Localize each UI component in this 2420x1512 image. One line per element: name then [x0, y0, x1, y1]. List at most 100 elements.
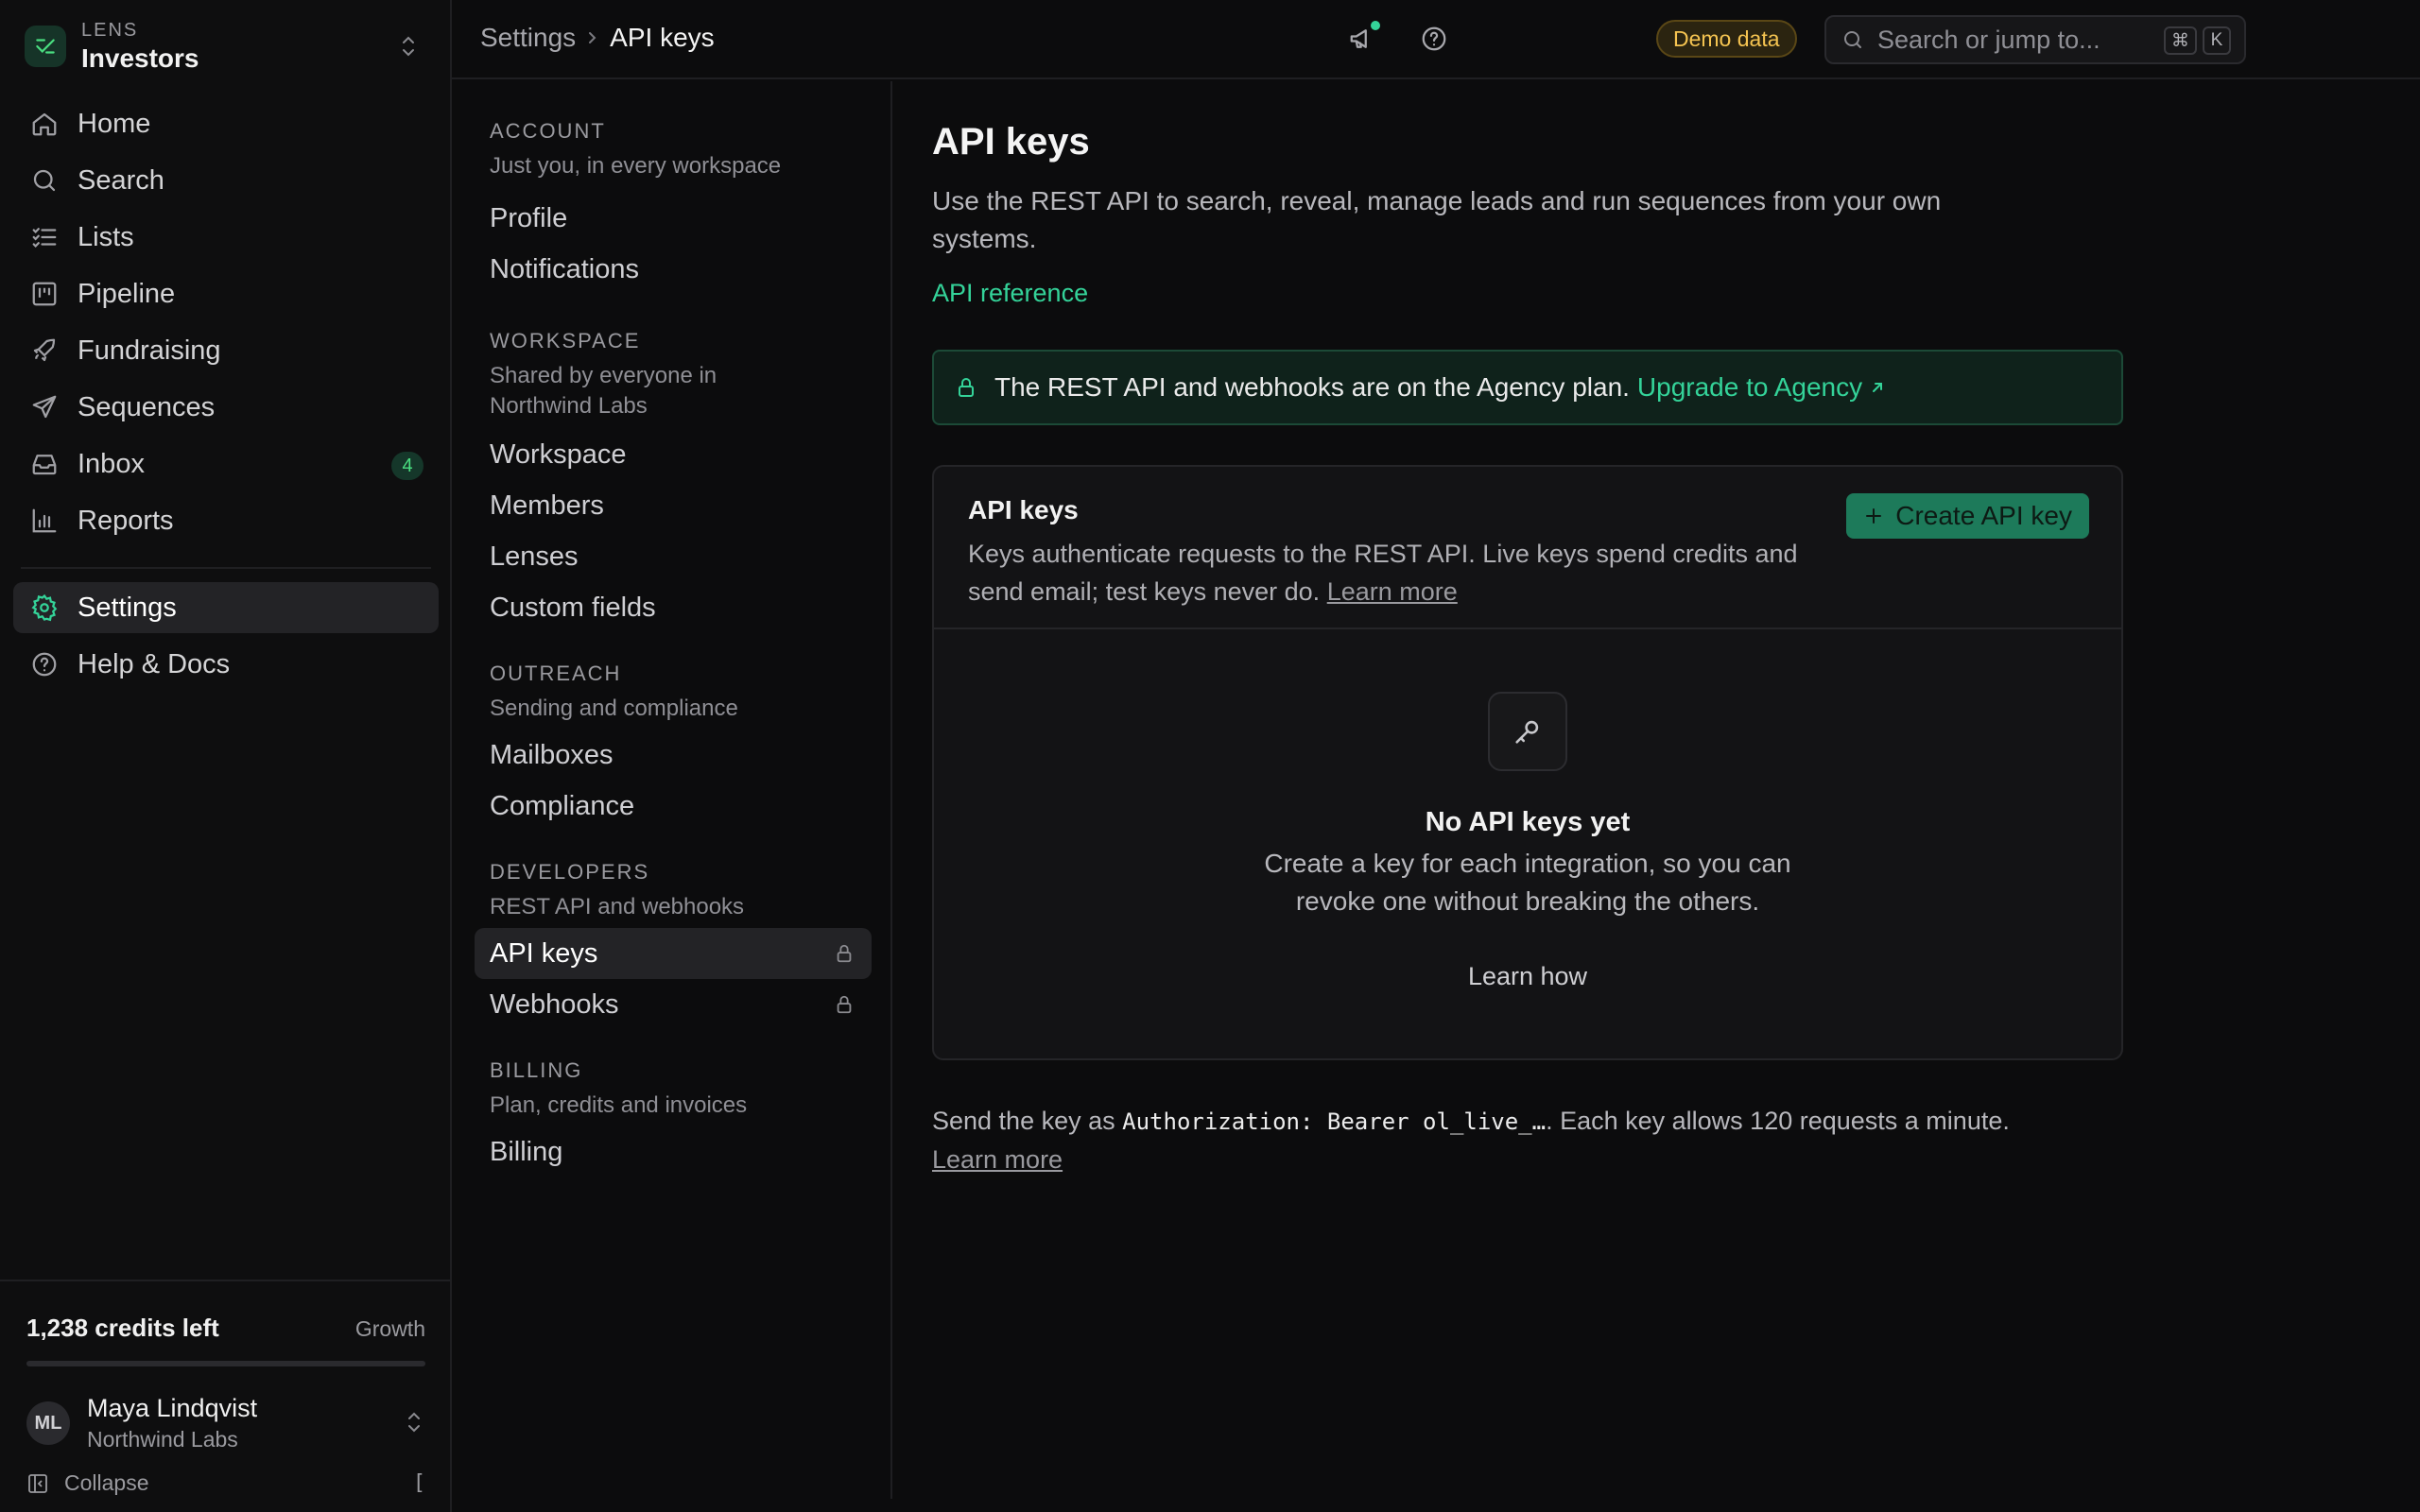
breadcrumb-settings[interactable]: Settings	[480, 23, 576, 53]
rocket-icon	[28, 335, 60, 367]
lens-logo-icon	[25, 26, 66, 67]
sidebar-collapse-icon	[26, 1472, 49, 1495]
nav-item-fundraising[interactable]: Fundraising	[13, 325, 439, 376]
nav-item-lists[interactable]: Lists	[13, 212, 439, 263]
collapse-sidebar-button[interactable]: Collapse [	[26, 1470, 425, 1496]
settings-section-outreach: OUTREACH Sending and compliance Mailboxe…	[452, 662, 890, 832]
nav-item-pipeline[interactable]: Pipeline	[13, 268, 439, 319]
settings-item-webhooks[interactable]: Webhooks	[475, 979, 872, 1030]
workspace-switcher[interactable]: LENS Investors	[25, 17, 433, 76]
nav-item-sequences[interactable]: Sequences	[13, 382, 439, 433]
search-icon	[28, 164, 60, 197]
main-content: API keys Use the REST API to search, rev…	[932, 81, 2123, 1178]
section-title: BILLING	[490, 1058, 583, 1082]
nav-item-settings[interactable]: Settings	[13, 582, 439, 633]
empty-state-description-text: Create a key for each integration, so yo…	[1264, 849, 1791, 916]
search-placeholder: Search or jump to...	[1877, 25, 2100, 54]
section-subtitle: Shared by everyone in Northwind Labs	[490, 363, 717, 419]
api-reference-link[interactable]: API reference	[932, 279, 1088, 308]
section-title: ACCOUNT	[490, 119, 606, 143]
settings-nav: ACCOUNT Just you, in every workspace Pro…	[452, 81, 892, 1499]
settings-item-notifications[interactable]: Notifications	[475, 244, 872, 295]
avatar: ML	[26, 1401, 70, 1445]
nav-item-search[interactable]: Search	[13, 155, 439, 206]
inbox-icon	[28, 448, 60, 480]
section-title: DEVELOPERS	[490, 860, 650, 884]
help-circle-icon	[28, 648, 60, 680]
search-input[interactable]: Search or jump to... ⌘ K	[1824, 15, 2246, 64]
send-icon	[28, 391, 60, 423]
notification-dot	[1371, 21, 1380, 30]
page-description: Use the REST API to search, reveal, mana…	[932, 186, 1942, 253]
credits-row[interactable]: 1,238 credits left Growth	[26, 1314, 425, 1343]
auth-note: Send the key as Authorization: Bearer ol…	[932, 1102, 2123, 1178]
auth-note-suffix: . Each key allows 120 requests a minute.	[1546, 1107, 2010, 1135]
empty-state-title: No API keys yet	[1425, 807, 1631, 837]
upgrade-link[interactable]: Upgrade to Agency	[1637, 372, 1885, 403]
settings-item-lenses[interactable]: Lenses	[475, 531, 872, 582]
empty-state-description: Create a key for each integration, so yo…	[934, 845, 2121, 920]
section-subtitle: Just you, in every workspace	[490, 153, 782, 179]
card-title: API keys	[968, 495, 1079, 524]
auth-note-prefix: Send the key as	[932, 1107, 1115, 1135]
chevron-right-icon	[585, 28, 600, 47]
user-menu[interactable]: ML Maya Lindqvist Northwind Labs	[26, 1389, 425, 1457]
nav-item-label: Sequences	[78, 391, 216, 422]
demo-data-badge[interactable]: Demo data	[1656, 20, 1797, 58]
nav-item-label: Search	[78, 164, 164, 196]
page-title: API keys	[932, 121, 1090, 163]
settings-item-workspace[interactable]: Workspace	[475, 429, 872, 480]
plan-upgrade-banner: The REST API and webhooks are on the Age…	[932, 350, 2123, 425]
card-description: Keys authenticate requests to the REST A…	[968, 535, 1800, 610]
megaphone-icon	[1348, 21, 1380, 53]
settings-item-compliance[interactable]: Compliance	[475, 781, 872, 832]
nav-item-label: Fundraising	[78, 335, 221, 366]
nav-item-help[interactable]: Help & Docs	[13, 639, 439, 690]
kbd-k: K	[2203, 26, 2231, 55]
settings-item-billing[interactable]: Billing	[475, 1126, 872, 1177]
gear-icon	[28, 592, 60, 624]
collapse-shortcut: [	[412, 1471, 425, 1495]
credits-left: 1,238 credits left	[26, 1314, 219, 1342]
settings-item-mailboxes[interactable]: Mailboxes	[475, 730, 872, 781]
credits-progress-bar	[26, 1361, 425, 1366]
nav-item-reports[interactable]: Reports	[13, 495, 439, 546]
search-shortcut: ⌘ K	[2164, 26, 2231, 55]
settings-section-billing: BILLING Plan, credits and invoices Billi…	[452, 1058, 890, 1177]
user-org: Northwind Labs	[87, 1427, 238, 1452]
sidebar-footer: 1,238 credits left Growth ML Maya Lindqv…	[0, 1280, 450, 1512]
settings-item-profile[interactable]: Profile	[475, 193, 872, 244]
nav-item-label: Settings	[78, 592, 177, 623]
settings-item-label: API keys	[490, 937, 598, 969]
learn-more-link[interactable]: Learn more	[932, 1145, 1063, 1174]
chevron-up-down-icon	[397, 34, 420, 59]
nav-item-home[interactable]: Home	[13, 98, 439, 149]
create-api-key-button[interactable]: Create API key	[1846, 493, 2089, 539]
kanban-icon	[28, 278, 60, 310]
workspace-name: Investors	[81, 43, 199, 73]
breadcrumb-current: API keys	[610, 23, 715, 52]
list-icon	[28, 221, 60, 253]
help-button[interactable]	[1420, 25, 1448, 53]
home-icon	[28, 108, 60, 140]
learn-how-link[interactable]: Learn how	[934, 962, 2121, 991]
nav-item-inbox[interactable]: Inbox 4	[13, 438, 439, 490]
settings-item-custom-fields[interactable]: Custom fields	[475, 582, 872, 633]
settings-item-label: Webhooks	[490, 988, 619, 1020]
top-bar: Settings API keys Demo data Search or ju…	[452, 0, 2420, 79]
settings-section-developers: DEVELOPERS REST API and webhooks API key…	[452, 860, 890, 1030]
lock-icon	[834, 943, 855, 964]
search-icon	[1841, 28, 1864, 51]
announcements-button[interactable]	[1348, 21, 1380, 53]
learn-more-link[interactable]: Learn more	[1327, 577, 1458, 606]
key-icon	[1488, 692, 1567, 771]
arrow-up-right-icon	[1870, 380, 1885, 395]
workspace-overline: LENS	[81, 19, 139, 41]
settings-item-members[interactable]: Members	[475, 480, 872, 531]
nav-divider	[21, 567, 431, 569]
bar-chart-icon	[28, 505, 60, 537]
nav-item-label: Pipeline	[78, 278, 176, 309]
api-keys-card: API keys Keys authenticate requests to t…	[932, 465, 2123, 1060]
collapse-label: Collapse	[64, 1470, 149, 1495]
settings-item-api-keys[interactable]: API keys	[475, 928, 872, 979]
